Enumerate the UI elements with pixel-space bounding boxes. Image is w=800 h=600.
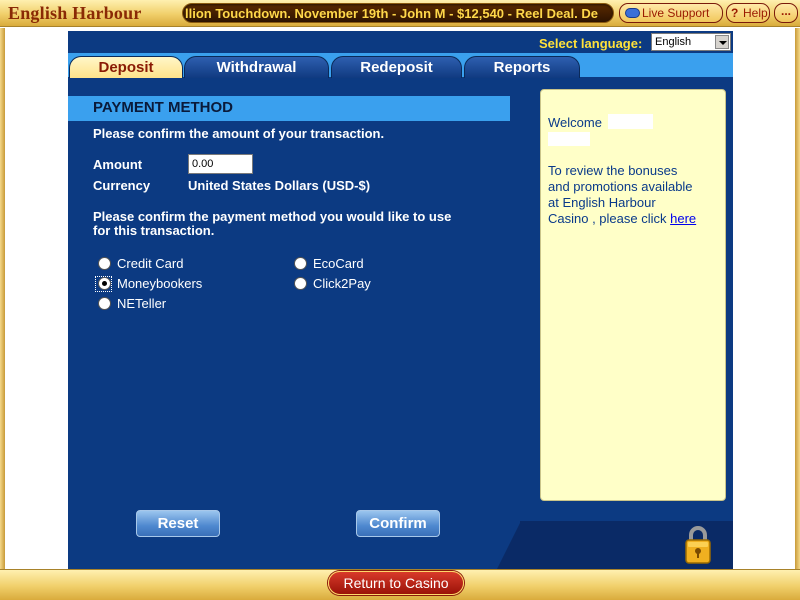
bottom-decoration <box>497 521 521 569</box>
tab-redeposit[interactable]: Redeposit <box>331 56 462 78</box>
method-label-click2pay[interactable]: Click2Pay <box>313 276 371 291</box>
method-label-neteller[interactable]: NETeller <box>117 296 166 311</box>
right-frame <box>795 28 800 569</box>
left-frame <box>0 28 5 569</box>
confirm-method-text-cont: for this transaction. <box>93 223 215 238</box>
reset-button[interactable]: Reset <box>136 510 220 537</box>
radio-moneybookers[interactable] <box>98 277 111 290</box>
help-button[interactable]: ? Help <box>726 3 770 23</box>
brand-logo: English Harbour <box>8 3 142 23</box>
confirm-amount-text: Please confirm the amount of your transa… <box>93 126 385 141</box>
section-title: PAYMENT METHOD <box>93 99 234 116</box>
ticker-text: llion Touchdown. November 19th - John M … <box>185 6 598 21</box>
tab-deposit[interactable]: Deposit <box>69 56 183 78</box>
minimize-button[interactable]: ... <box>774 3 798 23</box>
radio-neteller[interactable] <box>98 297 111 310</box>
promo-text-line-3: at English Harbour <box>548 195 656 210</box>
username-redacted <box>608 114 653 129</box>
welcome-box <box>540 89 726 501</box>
currency-value: United States Dollars (USD-$) <box>188 178 371 193</box>
currency-label: Currency <box>93 178 151 193</box>
radio-ecocard[interactable] <box>294 257 307 270</box>
winners-ticker: llion Touchdown. November 19th - John M … <box>182 3 614 23</box>
language-selected: English <box>655 36 692 48</box>
padlock-icon <box>685 526 711 564</box>
method-label-moneybookers[interactable]: Moneybookers <box>117 276 202 291</box>
help-label: Help <box>743 6 768 20</box>
amount-input[interactable]: 0.00 <box>188 154 253 174</box>
amount-label: Amount <box>93 157 143 172</box>
tab-reports[interactable]: Reports <box>464 56 580 78</box>
method-label-credit-card[interactable]: Credit Card <box>117 256 183 271</box>
live-support-label: Live Support <box>642 6 710 20</box>
help-icon: ? <box>731 6 739 20</box>
chat-bubble-icon <box>625 8 640 18</box>
promo-text-line-2: and promotions available <box>548 179 693 194</box>
tab-withdrawal[interactable]: Withdrawal <box>184 56 329 78</box>
return-to-casino-button[interactable]: Return to Casino <box>328 571 464 595</box>
live-support-button[interactable]: Live Support <box>619 3 723 23</box>
welcome-label: Welcome <box>548 115 602 130</box>
promo-text-line-4-text: Casino , please click <box>548 211 667 226</box>
promo-here-link[interactable]: here <box>670 211 696 226</box>
promo-text-line-4: Casino , please click here <box>548 211 696 227</box>
language-label: Select language: <box>539 36 643 51</box>
username-redacted-2 <box>548 132 590 146</box>
dropdown-arrow-icon[interactable] <box>715 35 729 49</box>
promo-text-line-1: To review the bonuses <box>548 163 678 178</box>
language-select[interactable]: English <box>651 33 731 51</box>
method-label-ecocard[interactable]: EcoCard <box>313 256 364 271</box>
radio-credit-card[interactable] <box>98 257 111 270</box>
confirm-method-text: Please confirm the payment method you wo… <box>93 209 452 224</box>
radio-click2pay[interactable] <box>294 277 307 290</box>
confirm-button[interactable]: Confirm <box>356 510 440 537</box>
top-bar: English Harbour llion Touchdown. Novembe… <box>0 0 800 27</box>
